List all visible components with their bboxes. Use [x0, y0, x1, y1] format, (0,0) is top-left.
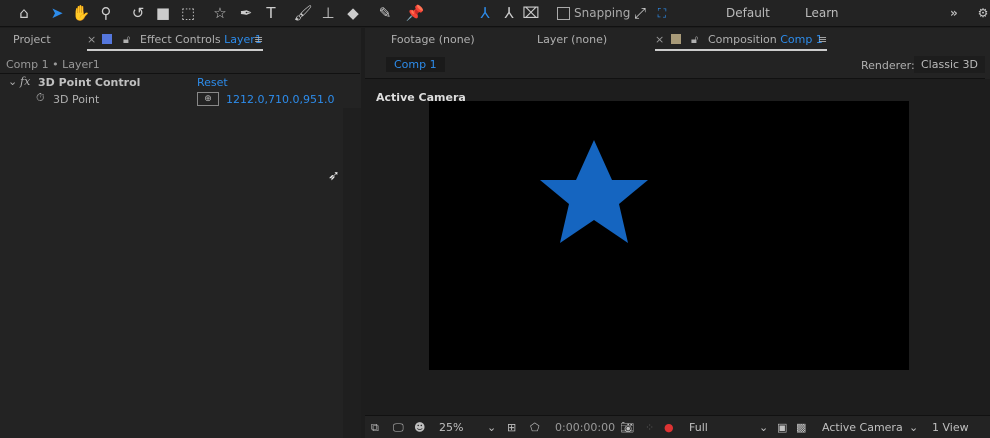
renderer-label: Renderer: — [861, 59, 915, 72]
effect-controls-panel: Project × 🔓︎ Effect Controls Layer1 ≡ Co… — [0, 28, 361, 438]
view-axis-icon[interactable]: ⌧ — [521, 3, 541, 23]
tab-composition[interactable]: Composition Comp 1 — [708, 33, 823, 46]
home-icon[interactable]: ⌂ — [14, 3, 34, 23]
divider — [0, 73, 360, 74]
lock-icon[interactable]: 🔓︎ — [691, 33, 698, 47]
mouse-cursor-icon: ➶ — [328, 168, 340, 184]
renderer-button[interactable]: Classic 3D — [914, 56, 986, 73]
rotate-tool-icon[interactable]: ↺ — [128, 3, 148, 23]
panel-menu-icon[interactable]: ≡ — [254, 33, 263, 46]
show-snapshot-icon[interactable]: ⁘ — [645, 421, 654, 434]
breadcrumb: Comp 1 • Layer1 — [6, 58, 100, 71]
transparency-grid-icon[interactable]: ▩ — [796, 421, 806, 434]
reset-link[interactable]: Reset — [197, 76, 228, 89]
region-of-interest-icon[interactable]: ⬠ — [530, 421, 540, 434]
snap-edges-icon[interactable]: ⤢ — [630, 3, 650, 23]
channel-icon[interactable]: ● — [664, 421, 674, 434]
roto-brush-tool-icon[interactable]: ✎ — [375, 3, 395, 23]
zoom-dropdown[interactable]: 25% — [439, 421, 463, 434]
mask-visibility-icon[interactable]: ☻ — [414, 421, 425, 434]
star-shape[interactable] — [429, 101, 909, 370]
workspace-learn[interactable]: Learn — [805, 6, 839, 20]
hand-tool-icon[interactable]: ✋ — [71, 3, 91, 23]
composition-panel: Footage (none) Layer (none) × 🔓︎ Composi… — [365, 28, 990, 438]
pan-behind-tool-icon[interactable]: ⬚ — [178, 3, 198, 23]
tab-effect-controls[interactable]: Effect Controls Layer1 — [140, 33, 262, 46]
close-icon[interactable]: × — [655, 33, 664, 46]
snap-features-icon[interactable]: ⛶ — [652, 3, 672, 23]
snapshot-icon[interactable]: 📷︎ — [620, 421, 634, 434]
shape-tool-icon[interactable]: ☆ — [210, 3, 230, 23]
clone-stamp-tool-icon[interactable]: ⊥ — [318, 3, 338, 23]
gear-icon[interactable]: ⚙ — [973, 3, 990, 23]
snapping-checkbox[interactable] — [557, 7, 570, 20]
more-workspaces-icon[interactable]: » — [950, 6, 958, 20]
camera-tool-icon[interactable]: ■ — [153, 3, 173, 23]
pen-tool-icon[interactable]: ✒ — [236, 3, 256, 23]
panel-menu-icon[interactable]: ≡ — [818, 33, 827, 46]
stopwatch-icon[interactable]: ⏱ — [36, 91, 45, 105]
brush-tool-icon[interactable]: 🖌 — [293, 3, 313, 23]
comp-color-swatch — [671, 34, 681, 44]
local-axis-icon[interactable]: ⅄ — [475, 3, 495, 23]
point-crosshair-icon[interactable]: ⊕ — [197, 92, 219, 106]
lock-icon[interactable]: 🔓︎ — [123, 33, 130, 47]
active-tab-indicator — [87, 49, 263, 51]
viewer[interactable]: Active Camera — [365, 79, 990, 415]
tab-label: Composition — [708, 33, 777, 46]
toolbar: ⌂ ➤ ✋ ⚲ ↺ ■ ⬚ ☆ ✒ T 🖌 ⊥ ◆ ✎ 📌 ⅄ ⅄ ⌧ Snap… — [0, 0, 990, 27]
snapping-label: Snapping — [574, 6, 631, 20]
tab-layer[interactable]: Layer (none) — [537, 33, 607, 46]
selection-tool-icon[interactable]: ➤ — [47, 3, 67, 23]
close-icon[interactable]: × — [87, 33, 96, 46]
monitor-icon[interactable]: 🖵︎ — [393, 421, 404, 435]
composition-canvas[interactable] — [429, 101, 909, 370]
resolution-dropdown[interactable]: Full — [689, 421, 708, 434]
star-layer[interactable] — [540, 140, 648, 243]
chevron-down-icon[interactable]: ⌄ — [487, 421, 496, 434]
puppet-pin-tool-icon[interactable]: 📌 — [405, 3, 425, 23]
tab-target: Comp 1 — [780, 33, 823, 46]
camera-dropdown[interactable]: Active Camera — [822, 421, 903, 434]
point-value[interactable]: 1212.0,710.0,951.0 — [226, 93, 334, 106]
grid-guides-icon[interactable]: ⊞ — [507, 421, 516, 434]
comp-subtab[interactable]: Comp 1 — [386, 57, 445, 72]
scrollbar[interactable] — [343, 108, 361, 438]
chevron-down-icon[interactable]: ⌄ — [8, 75, 17, 88]
world-axis-icon[interactable]: ⅄ — [499, 3, 519, 23]
type-tool-icon[interactable]: T — [261, 3, 281, 23]
workspace-default[interactable]: Default — [726, 6, 770, 20]
chevron-down-icon[interactable]: ⌄ — [759, 421, 768, 434]
fast-previews-icon[interactable]: ▣ — [777, 421, 787, 434]
active-tab-indicator — [655, 49, 827, 51]
always-preview-icon[interactable]: ⧉ — [371, 421, 379, 435]
property-name: 3D Point — [53, 93, 100, 106]
timecode[interactable]: 0:00:00:00 — [555, 421, 615, 434]
eraser-tool-icon[interactable]: ◆ — [343, 3, 363, 23]
tab-footage[interactable]: Footage (none) — [391, 33, 475, 46]
tab-label: Effect Controls — [140, 33, 221, 46]
effect-name: 3D Point Control — [38, 76, 141, 89]
tab-project[interactable]: Project — [13, 33, 51, 46]
fx-icon[interactable]: fx — [20, 75, 30, 88]
chevron-down-icon[interactable]: ⌄ — [909, 421, 918, 434]
viewer-footer: ⧉ 🖵︎ ☻ 25% ⌄ ⊞ ⬠ 0:00:00:00 📷︎ ⁘ ● Full … — [365, 415, 990, 438]
views-dropdown[interactable]: 1 View — [932, 421, 969, 434]
zoom-tool-icon[interactable]: ⚲ — [96, 3, 116, 23]
layer-color-swatch — [102, 34, 112, 44]
